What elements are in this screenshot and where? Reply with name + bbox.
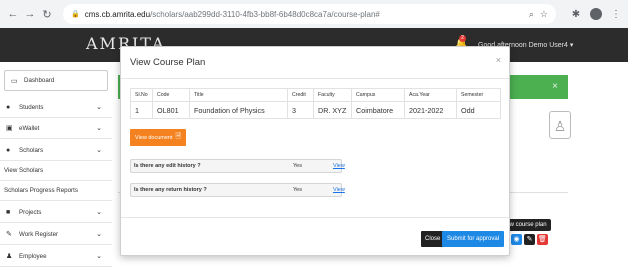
sidebar-item-ewallet[interactable]: ▣ eWallet ⌄ [0, 118, 112, 139]
sidebar-item-students[interactable]: ● Students ⌄ [0, 97, 112, 118]
table-cell: OL801 [152, 101, 190, 119]
column-header: Aca.Year [404, 88, 457, 102]
table-cell: Foundation of Physics [189, 101, 288, 119]
course-table: Sl.No Code Title Credit Faculty Campus A… [130, 88, 501, 119]
star-icon[interactable]: ☆ [540, 9, 548, 20]
return-history-view-link[interactable]: View [333, 187, 345, 193]
sidebar: ▭ Dashboard ● Students ⌄ ▣ eWallet ⌄ ● S… [0, 62, 112, 276]
view-document-button[interactable]: View document 🗎 [130, 129, 187, 146]
sidebar-item-scholars-progress-reports[interactable]: Scholars Progress Reports [0, 180, 112, 201]
edit-history-answer: Yes [293, 163, 302, 169]
chevron-down-icon: ⌄ [96, 209, 102, 216]
users-icon: ● [6, 146, 11, 154]
lock-icon: 🔒 [71, 11, 80, 18]
sidebar-item-view-scholars[interactable]: View Scholars [0, 160, 112, 181]
sidebar-item-label: View Scholars [4, 166, 44, 174]
submit-for-approval-button[interactable]: Submit for approval [442, 231, 505, 247]
delete-button[interactable]: 🗑 [537, 234, 548, 245]
table-cell: 3 [287, 101, 314, 119]
chevron-down-icon: ⌄ [96, 253, 102, 260]
modal-title: View Course Plan [130, 57, 206, 68]
column-header: Code [152, 88, 190, 102]
table-header-row: Sl.No Code Title Credit Faculty Campus A… [130, 88, 501, 102]
user-icon: ● [6, 103, 11, 111]
sidebar-item-work-register[interactable]: ✎ Work Register ⌄ [0, 224, 112, 245]
return-history-answer: Yes [293, 187, 302, 193]
close-icon[interactable]: × [496, 55, 501, 65]
table-cell: Odd [456, 101, 501, 119]
divider [121, 78, 509, 79]
folder-icon: ■ [6, 208, 11, 216]
edit-history-view-link[interactable]: View [333, 163, 345, 169]
sidebar-item-label: Employee [19, 252, 47, 260]
column-header: Faculty [313, 88, 352, 102]
menu-icon[interactable]: ⋮ [610, 9, 622, 20]
extensions-icon[interactable]: ✱ [570, 9, 582, 20]
sidebar-item-scholars[interactable]: ● Scholars ⌄ [0, 140, 112, 161]
address-bar[interactable]: 🔒 cms.cb.amrita.edu /scholars/aab299dd-3… [63, 4, 556, 24]
monitor-icon: ▭ [11, 77, 18, 85]
divider [121, 217, 509, 218]
column-header: Title [189, 88, 288, 102]
course-plan-modal: View Course Plan × Sl.No Code Title Cred… [120, 46, 510, 256]
edit-history-row: Is there any edit history ? Yes View [130, 159, 345, 173]
table-cell: 1 [130, 101, 153, 119]
user-placeholder-icon: ♙ [549, 111, 571, 139]
wallet-icon: ▣ [6, 125, 13, 132]
chevron-down-icon: ⌄ [96, 231, 102, 238]
view-course-plan-button[interactable]: ◉ [511, 234, 522, 245]
sidebar-item-label: Work Register [19, 230, 59, 238]
column-header: Credit [287, 88, 314, 102]
table-cell: 2021-2022 [404, 101, 457, 119]
return-history-row: Is there any return history ? Yes View [130, 183, 345, 197]
back-icon[interactable]: ← [6, 7, 20, 21]
profile-avatar[interactable] [590, 8, 602, 20]
zoom-icon[interactable]: ⌕ [529, 9, 534, 20]
column-header: Sl.No [130, 88, 153, 102]
edit-button[interactable]: ✎ [524, 234, 535, 245]
sidebar-item-label: Dashboard [24, 77, 55, 84]
sidebar-item-employee[interactable]: ♟ Employee ⌄ [0, 246, 112, 267]
view-document-label: View document [135, 134, 173, 141]
notification-badge: 2 [459, 35, 466, 42]
table-cell: Coimbatore [351, 101, 405, 119]
book-icon: ✎ [6, 231, 12, 238]
url-host: cms.cb.amrita.edu [84, 9, 151, 19]
column-header: Campus [351, 88, 405, 102]
sidebar-item-label: Students [19, 103, 44, 111]
sidebar-item-label: Projects [19, 208, 42, 216]
column-header: Semester [456, 88, 501, 102]
return-history-question: Is there any return history ? [134, 187, 207, 193]
chevron-down-icon: ⌄ [96, 147, 102, 154]
sidebar-item-dashboard[interactable]: ▭ Dashboard [4, 70, 108, 91]
sidebar-item-projects[interactable]: ■ Projects ⌄ [0, 202, 112, 223]
sidebar-item-label: Scholars [19, 146, 44, 154]
table-cell: DR. XYZ [313, 101, 352, 119]
browser-toolbar: ← → ↻ 🔒 cms.cb.amrita.edu /scholars/aab2… [0, 0, 628, 28]
close-icon[interactable]: × [552, 81, 558, 92]
chevron-down-icon: ⌄ [96, 125, 102, 132]
edit-history-question: Is there any edit history ? [134, 163, 201, 169]
employee-icon: ♟ [6, 253, 13, 260]
url-path: /scholars/aab299dd-3110-4fb3-bb8f-6b48d0… [150, 9, 380, 19]
sidebar-item-label: eWallet [19, 124, 40, 132]
sidebar-item-label: Scholars Progress Reports [4, 186, 78, 194]
row-actions: ◉ ✎ 🗑 [511, 234, 548, 245]
document-icon: 🗎 [175, 133, 182, 140]
reload-icon[interactable]: ↻ [40, 7, 54, 21]
table-row: 1 OL801 Foundation of Physics 3 DR. XYZ … [130, 101, 501, 119]
forward-icon[interactable]: → [23, 7, 37, 21]
close-button[interactable]: Close [421, 231, 445, 247]
chevron-down-icon: ⌄ [96, 104, 102, 111]
